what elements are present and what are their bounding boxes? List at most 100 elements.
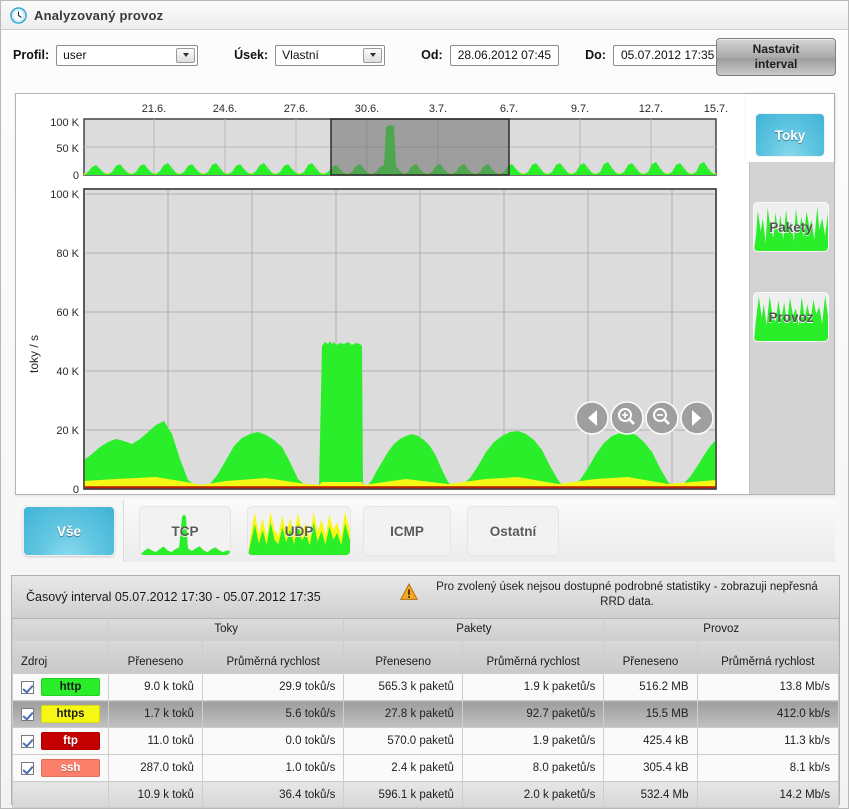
statistics-header: Časový interval 05.07.2012 17:30 - 05.07… — [12, 576, 839, 619]
cell-packets-transferred: 27.8 k paketů — [343, 700, 463, 728]
tab-label-ostatni: Ostatní — [489, 523, 537, 539]
cell-packets-transferred: 565.3 k paketů — [343, 673, 463, 701]
cell-traffic-transferred: 15.5 MB — [603, 700, 698, 728]
table-row[interactable]: ssh 287.0 toků 1.0 toků/s 2.4 k paketů 8… — [12, 754, 840, 782]
row-checkbox[interactable] — [21, 761, 34, 775]
svg-text:100 K: 100 K — [50, 117, 79, 129]
column-header-provoz-rychlost[interactable]: Průměrná rychlost — [696, 639, 840, 674]
svg-text:50 K: 50 K — [56, 143, 79, 155]
cell-packets-rate: 1.9 k paketů/s — [461, 673, 605, 701]
cell-flows-transferred: 1.7 k toků — [108, 700, 203, 728]
overview-chart: 21.6. 24.6. 27.6. 30.6. 3.7. 6.7. 9.7. 1… — [50, 103, 728, 182]
cell-traffic-rate: 11.3 kb/s — [696, 727, 840, 755]
svg-text:9.7.: 9.7. — [571, 103, 589, 115]
column-header-toky-rychlost[interactable]: Průměrná rychlost — [201, 639, 345, 674]
service-badge: ftp — [41, 732, 100, 750]
profile-label: Profil: — [13, 48, 50, 62]
metric-label-toky: Toky — [774, 127, 806, 143]
row-checkbox[interactable] — [21, 707, 34, 721]
table-row[interactable]: ftp 11.0 toků 0.0 toků/s 570.0 paketů 1.… — [12, 727, 840, 755]
cell-flows-transferred: 287.0 toků — [108, 754, 203, 782]
svg-text:100 K: 100 K — [50, 189, 79, 201]
from-date-value: 28.06.2012 07:45 — [457, 48, 552, 62]
tab-udp[interactable]: UDP — [247, 506, 351, 556]
table-body: http 9.0 k toků 29.9 toků/s 565.3 k pake… — [12, 673, 840, 808]
filter-toolbar: Profil: user Úsek: Vlastní Od: 28.06.201… — [1, 30, 848, 80]
column-header-pakety-rychlost[interactable]: Průměrná rychlost — [461, 639, 605, 674]
row-source-cell: ssh — [12, 754, 109, 782]
metric-button-toky[interactable]: Toky — [755, 113, 825, 157]
time-interval-label: Časový interval 05.07.2012 17:30 - 05.07… — [26, 590, 321, 604]
chart-next-button — [680, 401, 714, 435]
total-flows-rate: 36.4 toků/s — [201, 781, 345, 808]
cell-packets-rate: 1.9 paketů/s — [461, 727, 605, 755]
cell-traffic-rate: 412.0 kb/s — [696, 700, 840, 728]
chevron-down-icon[interactable] — [176, 47, 196, 63]
clock-icon — [10, 6, 27, 24]
table-column-header-row: Zdroj Přeneseno Průměrná rychlost Přenes… — [12, 639, 840, 674]
total-packets-rate: 2.0 k paketů/s — [461, 781, 605, 808]
table-group-header-row: Toky Pakety Provoz — [12, 619, 839, 640]
group-header-empty — [12, 619, 109, 640]
tab-vse[interactable]: Vše — [23, 506, 115, 556]
profile-select-value: user — [63, 48, 87, 62]
column-header-zdroj[interactable]: Zdroj — [12, 639, 109, 674]
chevron-down-icon[interactable] — [363, 47, 383, 63]
row-checkbox[interactable] — [21, 680, 34, 694]
tab-icmp[interactable]: ICMP — [363, 506, 451, 556]
metric-label-provoz: Provoz — [768, 309, 814, 325]
svg-text:20 K: 20 K — [56, 425, 79, 437]
svg-text:12.7.: 12.7. — [639, 103, 663, 115]
to-date-value: 05.07.2012 17:35 — [620, 48, 715, 62]
column-header-pakety-preneseno[interactable]: Přeneseno — [343, 639, 463, 674]
tab-label-vse: Vše — [56, 523, 82, 539]
page-title: Analyzovaný provoz — [34, 7, 164, 23]
profile-select[interactable]: user — [56, 44, 199, 66]
traffic-graphs[interactable]: 21.6. 24.6. 27.6. 30.6. 3.7. 6.7. 9.7. 1… — [16, 94, 746, 494]
row-source-cell: http — [12, 673, 109, 701]
cell-traffic-transferred: 516.2 MB — [603, 673, 698, 701]
svg-text:24.6.: 24.6. — [213, 103, 237, 115]
table-row[interactable]: http 9.0 k toků 29.9 toků/s 565.3 k pake… — [12, 673, 840, 701]
chart-panel: 21.6. 24.6. 27.6. 30.6. 3.7. 6.7. 9.7. 1… — [15, 93, 835, 495]
to-label: Do: — [585, 48, 606, 62]
row-checkbox[interactable] — [21, 734, 34, 748]
metric-button-provoz[interactable]: Provoz — [753, 292, 829, 342]
from-date-input[interactable]: 28.06.2012 07:45 — [449, 44, 560, 66]
tab-ostatni[interactable]: Ostatní — [467, 506, 559, 556]
column-header-toky-preneseno[interactable]: Přeneseno — [108, 639, 203, 674]
chart-zoom-in-button — [610, 401, 644, 435]
table-row[interactable]: https 1.7 k toků 5.6 toků/s 27.8 k paket… — [12, 700, 840, 728]
to-date-input[interactable]: 05.07.2012 17:35 — [612, 44, 723, 66]
overview-selection — [330, 118, 510, 176]
cell-packets-rate: 92.7 paketů/s — [461, 700, 605, 728]
tab-tcp[interactable]: TCP — [139, 506, 231, 556]
svg-text:27.6.: 27.6. — [284, 103, 308, 115]
svg-text:toky / s: toky / s — [27, 335, 41, 373]
analyzed-traffic-window: Analyzovaný provoz Profil: user Úsek: Vl… — [0, 0, 849, 809]
set-interval-label-1: Nastavit — [752, 42, 800, 56]
total-source-cell — [12, 781, 109, 808]
table-head: Toky Pakety Provoz Zdroj Přeneseno Průmě… — [12, 619, 840, 674]
usek-select[interactable]: Vlastní — [275, 44, 386, 66]
metric-switcher: Toky Pakety Provoz — [745, 94, 834, 494]
svg-text:3.7.: 3.7. — [429, 103, 447, 115]
group-header-toky: Toky — [107, 619, 345, 640]
table-total-row: 10.9 k toků 36.4 toků/s 596.1 k paketů 2… — [12, 781, 840, 808]
set-interval-button[interactable]: Nastavit interval — [716, 38, 836, 76]
cell-packets-rate: 8.0 paketů/s — [461, 754, 605, 782]
row-source-cell: ftp — [12, 727, 109, 755]
set-interval-label-2: interval — [754, 57, 798, 71]
cell-flows-transferred: 11.0 toků — [108, 727, 203, 755]
group-header-pakety: Pakety — [343, 619, 605, 640]
chart-zoom-out-button — [645, 401, 679, 435]
cell-traffic-transferred: 305.4 kB — [603, 754, 698, 782]
warning-icon — [399, 582, 419, 601]
column-header-provoz-preneseno[interactable]: Přeneseno — [603, 639, 698, 674]
cell-flows-rate: 29.9 toků/s — [201, 673, 345, 701]
metric-button-pakety[interactable]: Pakety — [753, 202, 829, 252]
total-traffic-transferred: 532.4 Mb — [603, 781, 698, 808]
tab-label-udp: UDP — [284, 523, 314, 539]
svg-text:6.7.: 6.7. — [500, 103, 518, 115]
cell-traffic-rate: 8.1 kb/s — [696, 754, 840, 782]
